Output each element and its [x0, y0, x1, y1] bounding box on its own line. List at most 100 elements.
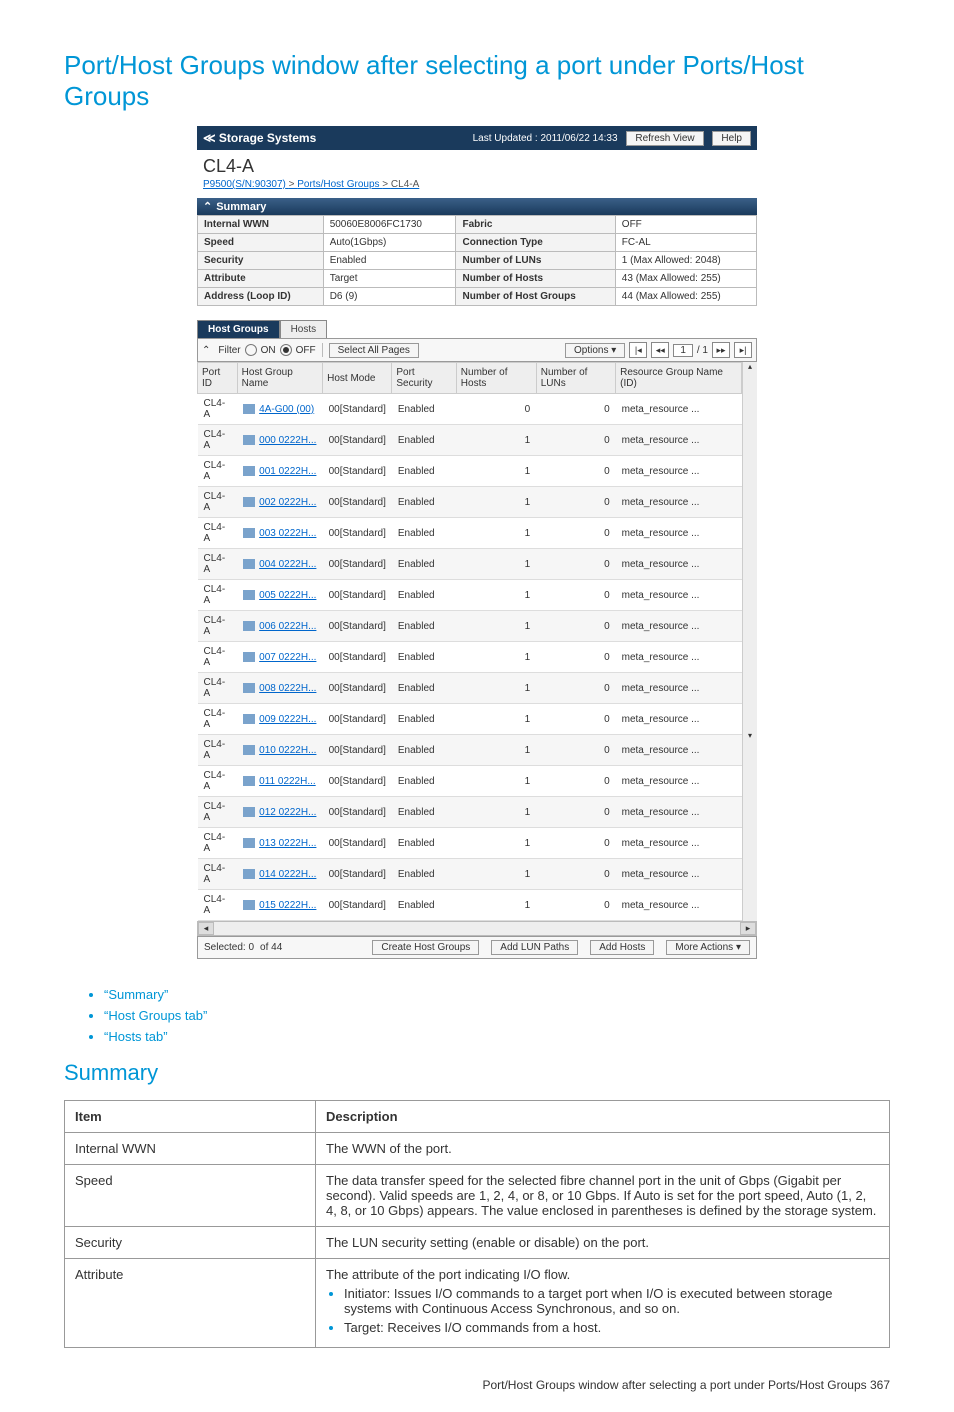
- cell-port: CL4-A: [198, 859, 238, 890]
- hostgroup-icon: [243, 435, 255, 445]
- col-header[interactable]: Number of Hosts: [456, 363, 536, 394]
- refresh-button[interactable]: Refresh View: [626, 131, 703, 146]
- table-row[interactable]: CL4-A004 0222H...00[Standard]Enabled10me…: [198, 549, 742, 580]
- summary-key: Attribute: [198, 270, 324, 288]
- cell-hostgroup[interactable]: 013 0222H...: [237, 828, 322, 859]
- col-header[interactable]: Host Mode: [323, 363, 392, 394]
- hostgroup-icon: [243, 466, 255, 476]
- cell-nhosts: 1: [456, 425, 536, 456]
- table-row[interactable]: CL4-A011 0222H...00[Standard]Enabled10me…: [198, 766, 742, 797]
- cell-port: CL4-A: [198, 425, 238, 456]
- page-next-button[interactable]: ▸▸: [712, 342, 730, 358]
- cell-security: Enabled: [392, 456, 456, 487]
- cell-mode: 00[Standard]: [323, 549, 392, 580]
- cell-hostgroup[interactable]: 002 0222H...: [237, 487, 322, 518]
- crumb-current: CL4-A: [391, 179, 419, 190]
- table-row[interactable]: CL4-A009 0222H...00[Standard]Enabled10me…: [198, 704, 742, 735]
- col-header[interactable]: Port ID: [198, 363, 238, 394]
- cell-mode: 00[Standard]: [323, 797, 392, 828]
- cell-hostgroup[interactable]: 007 0222H...: [237, 642, 322, 673]
- table-row[interactable]: CL4-A006 0222H...00[Standard]Enabled10me…: [198, 611, 742, 642]
- more-actions-dropdown[interactable]: More Actions ▾: [666, 940, 750, 955]
- cell-hostgroup[interactable]: 005 0222H...: [237, 580, 322, 611]
- cell-hostgroup[interactable]: 006 0222H...: [237, 611, 322, 642]
- table-row[interactable]: CL4-A003 0222H...00[Standard]Enabled10me…: [198, 518, 742, 549]
- link-hosts-tab[interactable]: “Hosts tab”: [104, 1029, 168, 1044]
- horizontal-scrollbar[interactable]: ◂▸: [197, 921, 757, 936]
- cell-nhosts: 1: [456, 828, 536, 859]
- table-row[interactable]: CL4-A012 0222H...00[Standard]Enabled10me…: [198, 797, 742, 828]
- hostgroup-icon: [243, 900, 255, 910]
- table-row[interactable]: CL4-A014 0222H...00[Standard]Enabled10me…: [198, 859, 742, 890]
- page-last-button[interactable]: ▸|: [734, 342, 752, 358]
- table-row[interactable]: CL4-A010 0222H...00[Standard]Enabled10me…: [198, 735, 742, 766]
- cell-hostgroup[interactable]: 008 0222H...: [237, 673, 322, 704]
- cell-resourcegroup: meta_resource ...: [616, 673, 742, 704]
- cell-resourcegroup: meta_resource ...: [616, 859, 742, 890]
- cell-security: Enabled: [392, 394, 456, 425]
- link-host-groups-tab[interactable]: “Host Groups tab”: [104, 1008, 207, 1023]
- cell-hostgroup[interactable]: 003 0222H...: [237, 518, 322, 549]
- collapse-icon[interactable]: ⌃: [202, 345, 210, 356]
- hostgroup-icon: [243, 776, 255, 786]
- cell-mode: 00[Standard]: [323, 704, 392, 735]
- cell-mode: 00[Standard]: [323, 673, 392, 704]
- table-row[interactable]: CL4-A005 0222H...00[Standard]Enabled10me…: [198, 580, 742, 611]
- tab-host-groups[interactable]: Host Groups: [197, 320, 280, 338]
- select-all-button[interactable]: Select All Pages: [329, 343, 419, 358]
- col-header[interactable]: Host Group Name: [237, 363, 322, 394]
- col-header[interactable]: Resource Group Name (ID): [616, 363, 742, 394]
- crumb-root[interactable]: P9500(S/N:90307): [203, 179, 286, 190]
- table-row[interactable]: CL4-A001 0222H...00[Standard]Enabled10me…: [198, 456, 742, 487]
- filter-off-radio[interactable]: [280, 344, 292, 356]
- vertical-scrollbar[interactable]: ▴ ▾: [742, 362, 757, 921]
- table-row[interactable]: CL4-A4A-G00 (00)00[Standard]Enabled00met…: [198, 394, 742, 425]
- link-summary[interactable]: “Summary”: [104, 987, 168, 1002]
- page-input[interactable]: 1: [673, 344, 693, 357]
- page-prev-button[interactable]: ◂◂: [651, 342, 669, 358]
- cell-resourcegroup: meta_resource ...: [616, 611, 742, 642]
- filter-on-radio[interactable]: [245, 344, 257, 356]
- options-dropdown[interactable]: Options ▾: [565, 343, 625, 358]
- add-lun-paths-button[interactable]: Add LUN Paths: [491, 940, 578, 955]
- summary-bar[interactable]: ⌃Summary: [197, 198, 757, 215]
- table-row[interactable]: CL4-A013 0222H...00[Standard]Enabled10me…: [198, 828, 742, 859]
- col-header[interactable]: Port Security: [392, 363, 456, 394]
- desc-item: Internal WWN: [65, 1133, 316, 1165]
- storage-systems-link[interactable]: ≪ Storage Systems: [203, 131, 316, 145]
- page-first-button[interactable]: |◂: [629, 342, 647, 358]
- cell-nhosts: 1: [456, 890, 536, 921]
- cell-hostgroup[interactable]: 4A-G00 (00): [237, 394, 322, 425]
- hostgroup-icon: [243, 404, 255, 414]
- cell-hostgroup[interactable]: 011 0222H...: [237, 766, 322, 797]
- crumb-ports[interactable]: Ports/Host Groups: [297, 179, 379, 190]
- help-button[interactable]: Help: [712, 131, 751, 146]
- cell-hostgroup[interactable]: 000 0222H...: [237, 425, 322, 456]
- cell-resourcegroup: meta_resource ...: [616, 549, 742, 580]
- cell-port: CL4-A: [198, 518, 238, 549]
- cell-hostgroup[interactable]: 009 0222H...: [237, 704, 322, 735]
- tab-hosts[interactable]: Hosts: [280, 320, 328, 338]
- col-header[interactable]: Number of LUNs: [536, 363, 615, 394]
- cell-hostgroup[interactable]: 014 0222H...: [237, 859, 322, 890]
- cell-hostgroup[interactable]: 004 0222H...: [237, 549, 322, 580]
- cell-nluns: 0: [536, 518, 615, 549]
- cell-resourcegroup: meta_resource ...: [616, 425, 742, 456]
- add-hosts-button[interactable]: Add Hosts: [590, 940, 654, 955]
- cell-mode: 00[Standard]: [323, 425, 392, 456]
- cell-hostgroup[interactable]: 010 0222H...: [237, 735, 322, 766]
- summary-val: OFF: [615, 216, 756, 234]
- cell-hostgroup[interactable]: 001 0222H...: [237, 456, 322, 487]
- storage-app: ≪ Storage Systems Last Updated : 2011/06…: [197, 126, 757, 959]
- table-row[interactable]: CL4-A007 0222H...00[Standard]Enabled10me…: [198, 642, 742, 673]
- table-row[interactable]: CL4-A002 0222H...00[Standard]Enabled10me…: [198, 487, 742, 518]
- cell-hostgroup[interactable]: 015 0222H...: [237, 890, 322, 921]
- hostgroup-icon: [243, 869, 255, 879]
- col-item: Item: [65, 1101, 316, 1133]
- table-row[interactable]: CL4-A000 0222H...00[Standard]Enabled10me…: [198, 425, 742, 456]
- cell-hostgroup[interactable]: 012 0222H...: [237, 797, 322, 828]
- table-row[interactable]: CL4-A015 0222H...00[Standard]Enabled10me…: [198, 890, 742, 921]
- cell-resourcegroup: meta_resource ...: [616, 394, 742, 425]
- table-row[interactable]: CL4-A008 0222H...00[Standard]Enabled10me…: [198, 673, 742, 704]
- create-host-groups-button[interactable]: Create Host Groups: [372, 940, 479, 955]
